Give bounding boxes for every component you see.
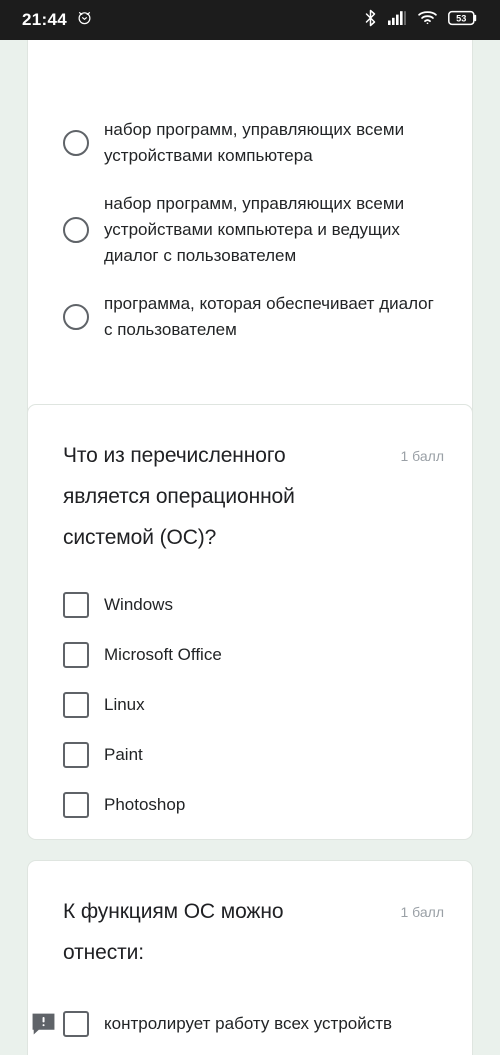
checkbox[interactable] (63, 742, 89, 768)
option-label: Photoshop (104, 795, 186, 814)
question-3-header: К функциям ОС можно отнести: 1 балл (28, 861, 472, 973)
question-points: 1 балл (400, 448, 445, 464)
form-scroll-area[interactable]: набор программ, управляющих всеми устрой… (0, 40, 500, 1055)
option-row[interactable]: программа, которая обеспечивает диалог с… (63, 291, 452, 343)
option-row[interactable]: Windows (63, 580, 452, 630)
status-bar-clock: 21:44 (22, 10, 67, 29)
radio-button[interactable] (63, 304, 89, 330)
question-1-options: набор программ, управляющих всеми устрой… (28, 40, 472, 343)
option-row[interactable]: Photoshop (63, 780, 452, 830)
radio-button[interactable] (63, 217, 89, 243)
checkbox[interactable] (63, 792, 89, 818)
option-row[interactable]: Microsoft Office (63, 630, 452, 680)
feedback-comment-icon[interactable] (31, 1012, 56, 1037)
option-label: программа, которая обеспечивает диалог с… (104, 294, 434, 339)
cellular-signal-icon (388, 10, 407, 30)
battery-level-text: 53 (456, 13, 466, 23)
option-row[interactable]: набор программ, управляющих всеми устрой… (63, 117, 452, 169)
checkbox[interactable] (63, 592, 89, 618)
bluetooth-icon (364, 9, 377, 32)
checkbox[interactable] (63, 1011, 89, 1037)
question-points: 1 балл (400, 904, 445, 920)
question-card-1: набор программ, управляющих всеми устрой… (27, 40, 473, 425)
radio-button[interactable] (63, 130, 89, 156)
question-title: Что из перечисленного является операцион… (63, 444, 295, 549)
option-row[interactable]: Paint (63, 730, 452, 780)
option-row[interactable]: набор программ, управляющих всеми устрой… (63, 191, 452, 269)
option-label: Microsoft Office (104, 645, 222, 664)
option-row[interactable]: Linux (63, 680, 452, 730)
status-bar-left: 21:44 (22, 9, 93, 31)
option-label: набор программ, управляющих всеми устрой… (104, 120, 405, 165)
question-card-2: Что из перечисленного является операцион… (27, 404, 473, 840)
option-label: контролирует работу всех устройств (104, 1014, 393, 1033)
option-label: набор программ, управляющих всеми устрой… (104, 194, 405, 265)
question-card-3: К функциям ОС можно отнести: 1 балл конт… (27, 860, 473, 1055)
wifi-icon (418, 10, 437, 30)
checkbox[interactable] (63, 692, 89, 718)
status-bar: 21:44 53 (0, 0, 500, 40)
option-label: Linux (104, 695, 145, 714)
checkbox[interactable] (63, 642, 89, 668)
question-2-options: Windows Microsoft Office Linux Paint Pho… (28, 558, 472, 830)
question-2-header: Что из перечисленного является операцион… (28, 405, 472, 558)
option-label: Windows (104, 595, 173, 614)
question-title: К функциям ОС можно отнести: (63, 900, 284, 964)
battery-icon: 53 (448, 10, 478, 31)
question-3-options: контролирует работу всех устройств (28, 973, 472, 1049)
option-label: Paint (104, 745, 143, 764)
status-bar-right: 53 (364, 9, 478, 32)
alarm-clock-icon (76, 9, 93, 31)
option-row[interactable]: контролирует работу всех устройств (32, 999, 452, 1049)
